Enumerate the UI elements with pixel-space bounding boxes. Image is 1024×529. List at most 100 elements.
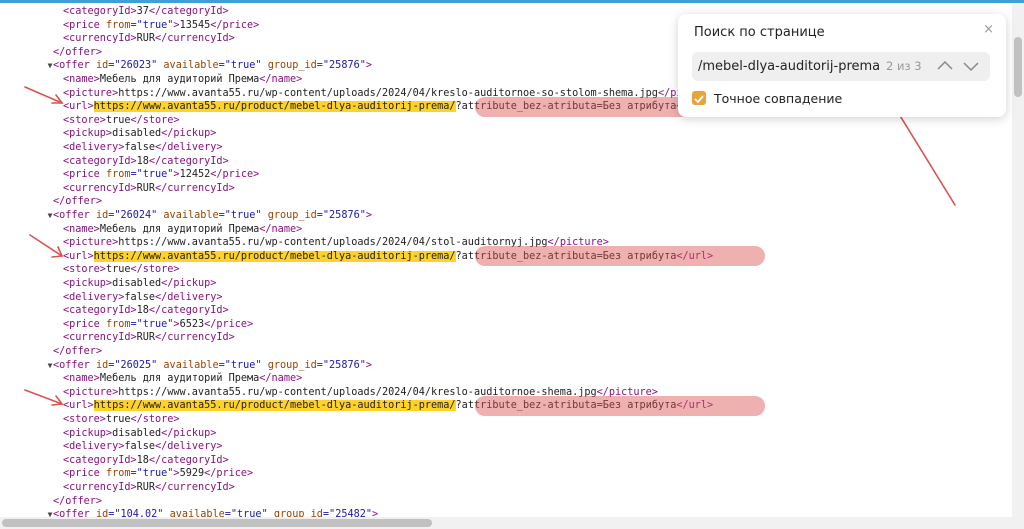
xml-text: 13545: [179, 19, 211, 31]
xml-line: <store>true</store>: [63, 114, 180, 128]
xml-tag: </offer>: [53, 495, 103, 507]
xml-tag: </url>: [676, 400, 714, 412]
xml-line: <picture>https://www.avanta55.ru/wp-cont…: [63, 236, 609, 250]
xml-line: </offer>: [53, 46, 102, 60]
xml-tag: </name>: [259, 223, 303, 235]
xml-text: RUR: [136, 182, 156, 194]
xml-tag: <currencyId>: [63, 482, 137, 493]
xml-text: 18: [136, 305, 149, 317]
xml-tag: </currencyId>: [155, 482, 235, 493]
xml-tag: <currencyId>: [63, 33, 137, 45]
xml-line: <url>https://www.avanta55.ru/product/meb…: [63, 399, 713, 413]
xml-text: 18: [136, 454, 149, 466]
xml-line: <currencyId>RUR</currencyId>: [63, 32, 235, 46]
find-input[interactable]: [698, 56, 880, 77]
xml-av: ="25876": [316, 359, 366, 371]
xml-element-toggle-row[interactable]: ▼ <offer id="26023" available="true" grou…: [48, 59, 372, 73]
chevron-down-icon[interactable]: [962, 58, 980, 74]
xml-tag: <store>: [63, 114, 106, 126]
xml-tag: </delivery>: [155, 441, 223, 453]
find-panel-title: Поиск по странице: [694, 25, 825, 40]
xml-text: https://www.avanta55.ru/wp-content/uploa…: [118, 237, 548, 249]
horizontal-scrollbar[interactable]: [0, 517, 1024, 529]
xml-tag: >: [372, 509, 379, 517]
xml-tag: <price: [63, 19, 106, 31]
xml-av: ="true": [130, 19, 174, 31]
xml-av: ="25876": [316, 210, 366, 221]
xml-element-toggle-row[interactable]: ▼ <offer id="104.02" available="true" gro…: [48, 508, 379, 517]
xml-line: <name>Мебель для аудиторий Према</name>: [63, 73, 302, 87]
exact-match-checkbox[interactable]: [692, 91, 706, 105]
xml-text: ?attribute_bez-atributa=Без атрибута: [455, 250, 677, 262]
xml-av: ="26023": [108, 60, 164, 72]
xml-tag: <picture>: [63, 386, 119, 398]
xml-text: RUR: [136, 33, 156, 45]
xml-tag: <categoryId>: [63, 155, 137, 167]
find-in-page-panel: Поиск по странице × 2 из 3 Точное совпад…: [678, 14, 1006, 117]
expand-triangle-icon[interactable]: ▼: [44, 59, 56, 73]
xml-tag: </url>: [676, 250, 714, 262]
xml-tag: </picture>: [547, 237, 609, 249]
xml-tag: </price>: [204, 318, 254, 330]
find-field-box: 2 из 3: [692, 52, 990, 81]
expand-triangle-icon[interactable]: ▼: [44, 209, 56, 223]
xml-tag: <offer: [53, 509, 96, 517]
xml-av: ="25876": [316, 60, 366, 72]
xml-tag: </delivery>: [155, 142, 223, 153]
exact-match-label: Точное совпадение: [714, 91, 843, 106]
xml-an: from: [105, 19, 131, 31]
xml-tag: </pickup>: [161, 128, 217, 140]
xml-text: ?attribute_bez-atributa=Без атрибута: [455, 101, 677, 113]
xml-tag: </currencyId>: [155, 182, 235, 194]
xml-tag: </delivery>: [155, 291, 223, 303]
xml-line: <price from="true">6523</price>: [63, 318, 253, 332]
xml-line: <categoryId>18</categoryId>: [63, 155, 229, 169]
xml-an: id: [95, 210, 109, 221]
xml-an: available: [169, 509, 225, 517]
xml-line: <url>https://www.avanta55.ru/product/meb…: [63, 100, 713, 114]
close-icon[interactable]: ×: [983, 22, 994, 37]
xml-text: disabled: [112, 128, 162, 140]
xml-element-toggle-row[interactable]: ▼ <offer id="26024" available="true" grou…: [48, 209, 372, 223]
xml-av: ="true": [218, 60, 268, 72]
expand-triangle-icon[interactable]: ▼: [44, 508, 56, 517]
vertical-scrollbar[interactable]: [1012, 3, 1024, 517]
xml-text: Мебель для аудиторий Према: [99, 223, 260, 235]
xml-tag: <categoryId>: [63, 454, 137, 466]
chevron-up-icon[interactable]: [936, 58, 954, 74]
xml-line: <name>Мебель для аудиторий Према</name>: [63, 372, 302, 386]
xml-tag: <delivery>: [63, 291, 125, 303]
vertical-scroll-thumb[interactable]: [1014, 37, 1022, 97]
xml-tag: </pickup>: [161, 427, 217, 439]
xml-line: </offer>: [53, 495, 102, 509]
search-match-highlight: https://www.avanta55.ru/product/mebel-dl…: [93, 250, 456, 262]
expand-triangle-icon[interactable]: ▼: [44, 359, 56, 373]
search-match-highlight: https://www.avanta55.ru/product/mebel-dl…: [93, 101, 456, 113]
xml-an: from: [105, 468, 131, 480]
xml-line: </offer>: [53, 345, 102, 359]
xml-an: group_id: [273, 509, 323, 517]
xml-av: ="true": [224, 509, 274, 517]
xml-tag: </currencyId>: [155, 332, 235, 344]
xml-line: </offer>: [53, 195, 102, 209]
xml-tag: </picture>: [596, 386, 658, 398]
xml-tag: </offer>: [53, 46, 103, 58]
xml-line: <pickup>disabled</pickup>: [63, 277, 216, 291]
xml-tag: </price>: [210, 169, 260, 181]
horizontal-scroll-thumb[interactable]: [2, 519, 432, 527]
xml-text: https://www.avanta55.ru/wp-content/uploa…: [118, 386, 597, 398]
xml-text: 18: [136, 155, 149, 167]
xml-text: ?attribute_bez-atributa=Без атрибута: [455, 400, 677, 412]
xml-tag: <name>: [63, 373, 100, 385]
xml-line: <categoryId>18</categoryId>: [63, 304, 229, 318]
xml-tag: <categoryId>: [63, 6, 137, 17]
xml-tag: >: [365, 210, 372, 221]
xml-tag: </offer>: [53, 346, 103, 357]
xml-av: ="true": [218, 210, 268, 221]
xml-tag: <offer: [53, 60, 96, 72]
xml-an: id: [95, 359, 109, 371]
xml-line: <picture>https://www.avanta55.ru/wp-cont…: [63, 87, 719, 101]
xml-element-toggle-row[interactable]: ▼ <offer id="26025" available="true" grou…: [48, 359, 372, 373]
xml-tag: </currencyId>: [155, 33, 235, 45]
xml-line: <currencyId>RUR</currencyId>: [63, 481, 235, 495]
